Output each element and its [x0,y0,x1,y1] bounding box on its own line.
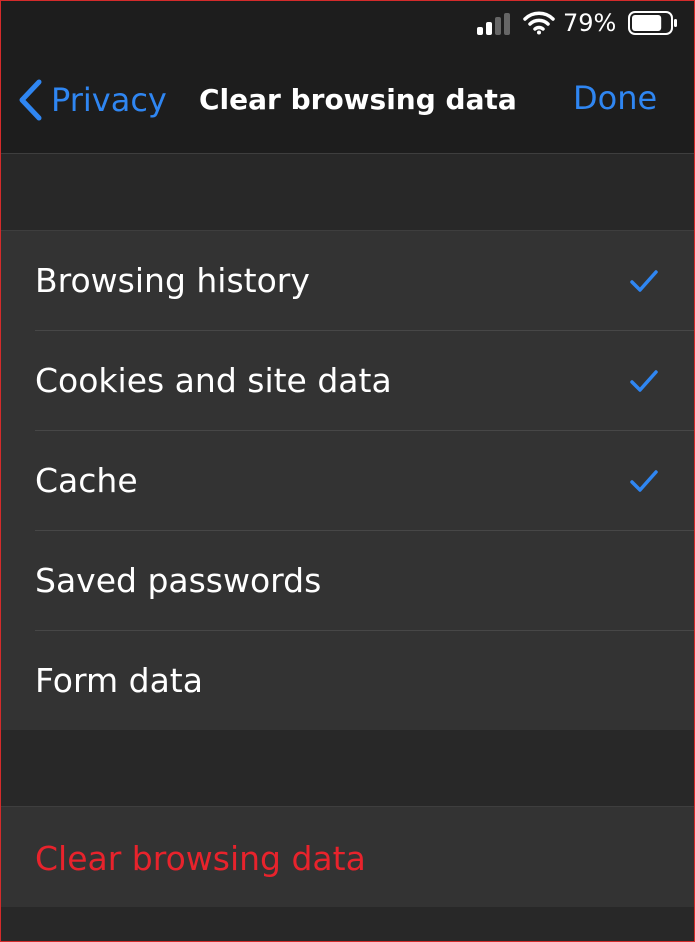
cellular-signal-icon [477,13,513,35]
back-button[interactable]: Privacy [17,77,167,123]
option-label: Cookies and site data [35,361,392,400]
checkmark-icon [630,370,658,392]
option-form-data[interactable]: Form data [1,631,694,731]
checkmark-icon [630,270,658,292]
option-label: Saved passwords [35,561,322,600]
option-cache[interactable]: Cache [1,431,694,531]
wifi-icon [523,11,555,35]
done-button[interactable]: Done [573,79,657,117]
app-frame: 79% Privacy Clear browsing data Done Bro… [0,0,695,942]
status-bar: 79% [1,1,694,49]
battery-percentage: 79% [563,9,617,37]
clear-browsing-data-button[interactable]: Clear browsing data [1,806,694,908]
option-label: Form data [35,661,203,700]
option-cookies-and-site-data[interactable]: Cookies and site data [1,331,694,431]
navigation-bar: Privacy Clear browsing data Done [1,49,694,154]
clear-options-list: Browsing history Cookies and site data C… [1,230,694,731]
option-label: Cache [35,461,138,500]
battery-icon [628,11,677,35]
section-spacer [1,730,694,806]
option-browsing-history[interactable]: Browsing history [1,231,694,331]
chevron-left-icon [19,79,42,121]
section-spacer [1,907,694,941]
option-label: Browsing history [35,261,310,300]
back-button-label: Privacy [51,81,167,119]
page-title: Clear browsing data [199,83,517,116]
option-saved-passwords[interactable]: Saved passwords [1,531,694,631]
checkmark-icon [630,470,658,492]
section-spacer [1,154,694,230]
clear-browsing-data-label: Clear browsing data [35,839,366,878]
